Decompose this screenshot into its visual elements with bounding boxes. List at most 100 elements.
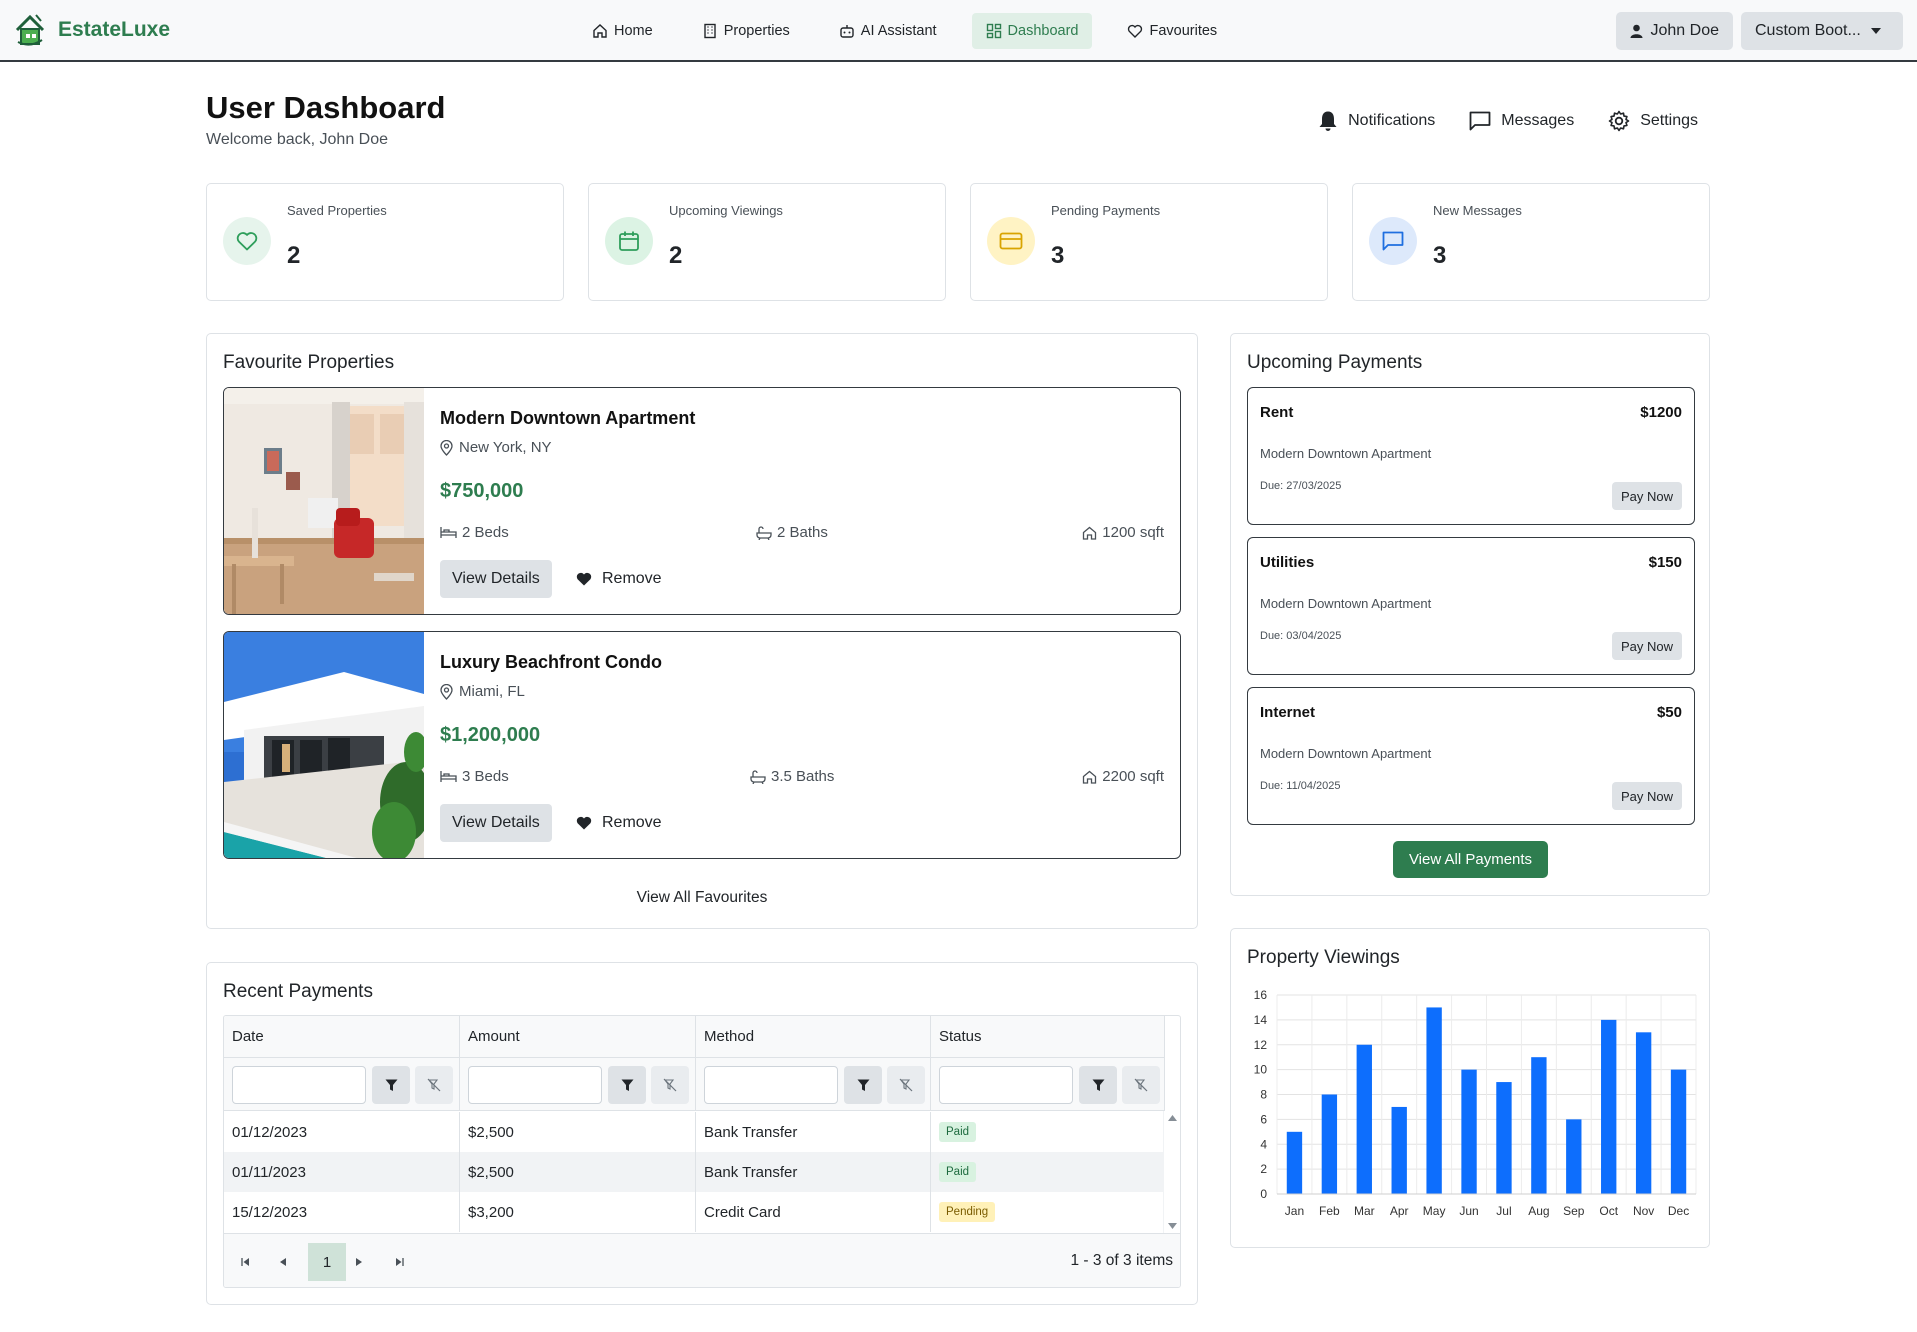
settings-button[interactable]: Settings [1608, 110, 1698, 132]
heart-icon [1128, 24, 1143, 38]
nav-dashboard[interactable]: Dashboard [971, 13, 1093, 49]
grid-header: Date Amount Method Status [224, 1016, 1165, 1111]
column-title[interactable]: Status [939, 1028, 982, 1045]
viewings-panel: Property Viewings 0 2 4 6 8 10 12 14 16 Jan Feb Mar… [1230, 928, 1710, 1248]
bar-mar [1356, 1044, 1372, 1194]
nav-links: Home Properties AI Assistant Dashboard F… [578, 13, 1252, 49]
user-button[interactable]: John Doe [1615, 12, 1733, 50]
dashboard-icon [986, 23, 1001, 39]
navbar: EstateLuxe Home Properties AI Assistant … [0, 0, 1917, 62]
messages-button[interactable]: Messages [1469, 110, 1574, 132]
filter-button[interactable] [844, 1066, 882, 1104]
cell-status: Paid [931, 1152, 1165, 1192]
scroll-up-icon [1168, 1115, 1177, 1121]
logo-icon [15, 14, 45, 46]
bar-nov [1635, 1032, 1652, 1194]
property-card: Modern Downtown Apartment New York, NY $… [223, 387, 1181, 615]
pay-now-button[interactable]: Pay Now [1611, 632, 1682, 660]
view-all-favourites-link[interactable]: View All Favourites [207, 889, 1197, 907]
payment-property: Modern Downtown Apartment [1260, 746, 1432, 761]
pay-now-button[interactable]: Pay Now [1611, 482, 1682, 510]
view-details-button[interactable]: View Details [440, 804, 552, 842]
remove-label: Remove [602, 570, 662, 587]
filter-icon [1092, 1079, 1104, 1091]
pay-now-button[interactable]: Pay Now [1611, 782, 1682, 810]
bar-dec [1670, 1069, 1687, 1194]
payment-due-date: Due: 11/04/2025 [1260, 780, 1341, 792]
table-row[interactable]: 01/12/2023 $2,500 Bank Transfer Paid [224, 1112, 1165, 1152]
bath-icon [756, 525, 772, 540]
home-icon [593, 24, 607, 38]
filter-button[interactable] [1079, 1066, 1117, 1104]
column-title[interactable]: Date [232, 1028, 264, 1045]
notifications-button[interactable]: Notifications [1318, 110, 1435, 132]
remove-favourite-button[interactable]: Remove [576, 560, 662, 598]
nav-home[interactable]: Home [578, 13, 667, 49]
amount-filter-input[interactable] [468, 1066, 602, 1104]
status-badge: Paid [939, 1162, 977, 1182]
clear-filter-button[interactable] [415, 1066, 453, 1104]
nav-properties-label: Properties [723, 23, 790, 39]
clear-filter-button[interactable] [1122, 1066, 1160, 1104]
nav-home-label: Home [614, 23, 653, 39]
clear-filter-icon [663, 1078, 677, 1092]
column-title[interactable]: Method [704, 1028, 754, 1045]
grid-scrollbar[interactable] [1163, 1111, 1180, 1233]
clear-filter-button[interactable] [651, 1066, 689, 1104]
bar-sep [1566, 1119, 1582, 1194]
gear-icon [1608, 110, 1630, 132]
column-status: Status [931, 1016, 1165, 1111]
property-image[interactable] [224, 632, 424, 859]
nav-favourites[interactable]: Favourites [1113, 13, 1231, 49]
calendar-icon [619, 231, 639, 251]
nav-properties[interactable]: Properties [688, 13, 804, 49]
favourites-panel: Favourite Properties Modern Downtown Apa… [206, 333, 1198, 929]
bar-jan [1286, 1131, 1303, 1194]
scroll-down-icon [1168, 1223, 1177, 1229]
bar-feb [1321, 1094, 1338, 1194]
favourites-title: Favourite Properties [223, 352, 395, 373]
property-baths-text: 3.5 Baths [771, 768, 835, 785]
cell-method: Bank Transfer [696, 1152, 931, 1192]
nav-ai-assistant[interactable]: AI Assistant [825, 13, 951, 49]
last-page-button[interactable] [386, 1248, 412, 1276]
message-icon [1382, 231, 1404, 251]
nav-ai-assistant-label: AI Assistant [860, 23, 937, 39]
bar-jul [1496, 1082, 1512, 1194]
table-row[interactable]: 15/12/2023 $3,200 Credit Card Pending [224, 1192, 1165, 1232]
property-name[interactable]: Modern Downtown Apartment [440, 408, 695, 429]
table-row[interactable]: 01/11/2023 $2,500 Bank Transfer Paid [224, 1152, 1165, 1192]
page-number-button[interactable]: 1 [308, 1243, 346, 1281]
first-page-button[interactable] [232, 1248, 258, 1276]
theme-select-value: Custom Boot... [1755, 22, 1861, 39]
recent-payments-panel: Recent Payments Date Amount Method Statu… [206, 962, 1198, 1305]
property-name[interactable]: Luxury Beachfront Condo [440, 652, 662, 673]
heart-filled-icon [576, 816, 592, 830]
first-page-icon [240, 1258, 249, 1266]
header-actions: Notifications Messages Settings [1284, 110, 1698, 132]
theme-select[interactable]: Custom Boot... [1741, 12, 1903, 50]
filter-button[interactable] [608, 1066, 646, 1104]
grid-pager: 1 1 - 3 of 3 items [224, 1233, 1180, 1287]
remove-favourite-button[interactable]: Remove [576, 804, 662, 842]
cell-amount: $3,200 [460, 1192, 696, 1232]
house-icon [1083, 526, 1097, 540]
cell-amount: $2,500 [460, 1152, 696, 1192]
next-page-button[interactable] [346, 1248, 372, 1276]
property-area: 2200 sqft [1082, 768, 1164, 785]
property-image[interactable] [224, 388, 424, 615]
date-filter-input[interactable] [232, 1066, 366, 1104]
brand[interactable]: EstateLuxe [14, 12, 170, 48]
messages-label: Messages [1501, 112, 1575, 129]
column-title[interactable]: Amount [468, 1028, 520, 1045]
method-filter-input[interactable] [704, 1066, 838, 1104]
status-filter-input[interactable] [939, 1066, 1073, 1104]
filter-button[interactable] [372, 1066, 410, 1104]
stat-label: Saved Properties [287, 203, 387, 218]
prev-page-button[interactable] [270, 1248, 296, 1276]
view-all-payments-button[interactable]: View All Payments [1393, 841, 1548, 878]
stat-card-messages: New Messages 3 [1352, 183, 1710, 301]
view-details-button[interactable]: View Details [440, 560, 552, 598]
y-tick-label: 10 [1254, 1063, 1268, 1077]
clear-filter-button[interactable] [887, 1066, 925, 1104]
